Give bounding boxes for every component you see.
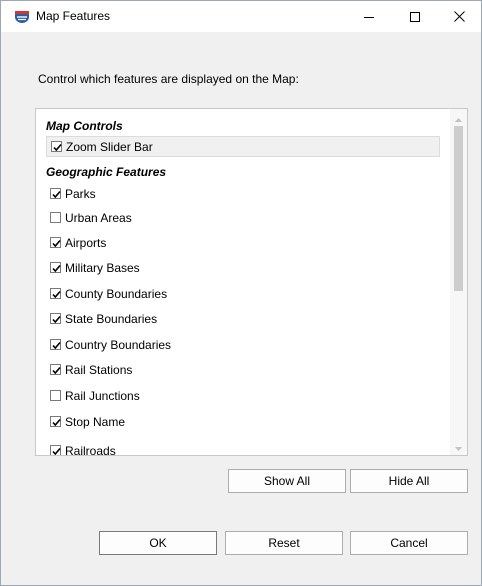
window-title: Map Features [36, 9, 111, 23]
features-listbox[interactable]: Map Controls Zoom Slider Bar Geographic … [35, 108, 468, 456]
list-item-railroads[interactable]: Railroads [46, 440, 116, 455]
item-label: Airports [65, 235, 107, 250]
list-item-military-bases[interactable]: Military Bases [46, 257, 140, 278]
item-label: Urban Areas [65, 210, 132, 225]
item-label: County Boundaries [65, 286, 168, 301]
list-item-rail-stations[interactable]: Rail Stations [46, 359, 132, 380]
ok-button[interactable]: OK [99, 531, 217, 555]
scroll-up-arrow-icon [455, 111, 462, 125]
checkmark-icon [52, 315, 61, 324]
scroll-down-button[interactable] [450, 438, 467, 455]
show-all-button[interactable]: Show All [228, 469, 346, 493]
item-label: Rail Junctions [65, 388, 140, 403]
checkmark-icon [52, 366, 61, 375]
list-item-stop-name[interactable]: Stop Name [46, 411, 125, 432]
vertical-scrollbar[interactable] [450, 109, 467, 455]
checkbox[interactable] [50, 445, 61, 455]
checkmark-icon [52, 290, 61, 299]
item-label: Zoom Slider Bar [66, 139, 153, 154]
scroll-up-button[interactable] [450, 109, 467, 126]
instruction-label: Control which features are displayed on … [38, 72, 299, 86]
list-item-state-boundaries[interactable]: State Boundaries [46, 308, 157, 329]
checkmark-icon [52, 418, 61, 427]
checkbox[interactable] [50, 237, 61, 248]
checkbox[interactable] [51, 141, 62, 152]
map-app-icon [14, 9, 30, 24]
features-list: Map Controls Zoom Slider Bar Geographic … [36, 109, 448, 455]
checkbox[interactable] [50, 416, 61, 427]
list-item-county-boundaries[interactable]: County Boundaries [46, 283, 167, 304]
checkbox[interactable] [50, 364, 61, 375]
hide-all-button[interactable]: Hide All [350, 469, 468, 493]
checkmark-icon [52, 239, 61, 248]
list-item-urban-areas[interactable]: Urban Areas [46, 207, 132, 228]
scroll-thumb[interactable] [454, 126, 463, 291]
checkmark-icon [52, 447, 61, 455]
scroll-down-arrow-icon [455, 440, 462, 454]
list-item-country-boundaries[interactable]: Country Boundaries [46, 334, 171, 355]
cancel-button[interactable]: Cancel [350, 531, 468, 555]
map-features-dialog: Map Features Control which features are … [0, 0, 482, 586]
list-item-parks[interactable]: Parks [46, 183, 96, 204]
item-label: Parks [65, 186, 96, 201]
item-label: Railroads [65, 443, 116, 456]
checkmark-icon [52, 264, 61, 273]
group-header-geographic-features: Geographic Features [46, 165, 167, 179]
list-item-zoom-slider-bar[interactable]: Zoom Slider Bar [46, 136, 440, 157]
item-label: Stop Name [65, 414, 126, 429]
maximize-icon [409, 11, 420, 22]
checkbox[interactable] [50, 188, 61, 199]
title-bar[interactable]: Map Features [1, 1, 481, 32]
checkmark-icon [52, 341, 61, 350]
minimize-icon [363, 12, 374, 22]
close-icon [454, 11, 465, 22]
group-header-map-controls: Map Controls [46, 119, 123, 133]
checkbox[interactable] [50, 262, 61, 273]
checkmark-icon [52, 190, 61, 199]
item-label: Rail Stations [65, 362, 133, 377]
checkbox[interactable] [50, 339, 61, 350]
item-label: Military Bases [65, 260, 140, 275]
checkbox[interactable] [50, 313, 61, 324]
checkbox[interactable] [50, 212, 61, 223]
checkmark-icon [53, 143, 62, 152]
checkbox[interactable] [50, 288, 61, 299]
checkbox[interactable] [50, 390, 61, 401]
item-label: Country Boundaries [65, 337, 172, 352]
list-item-airports[interactable]: Airports [46, 232, 106, 253]
maximize-button[interactable] [392, 1, 437, 32]
reset-button[interactable]: Reset [225, 531, 343, 555]
list-item-rail-junctions[interactable]: Rail Junctions [46, 385, 140, 406]
close-button[interactable] [437, 1, 481, 32]
minimize-button[interactable] [346, 1, 391, 32]
item-label: State Boundaries [65, 311, 158, 326]
